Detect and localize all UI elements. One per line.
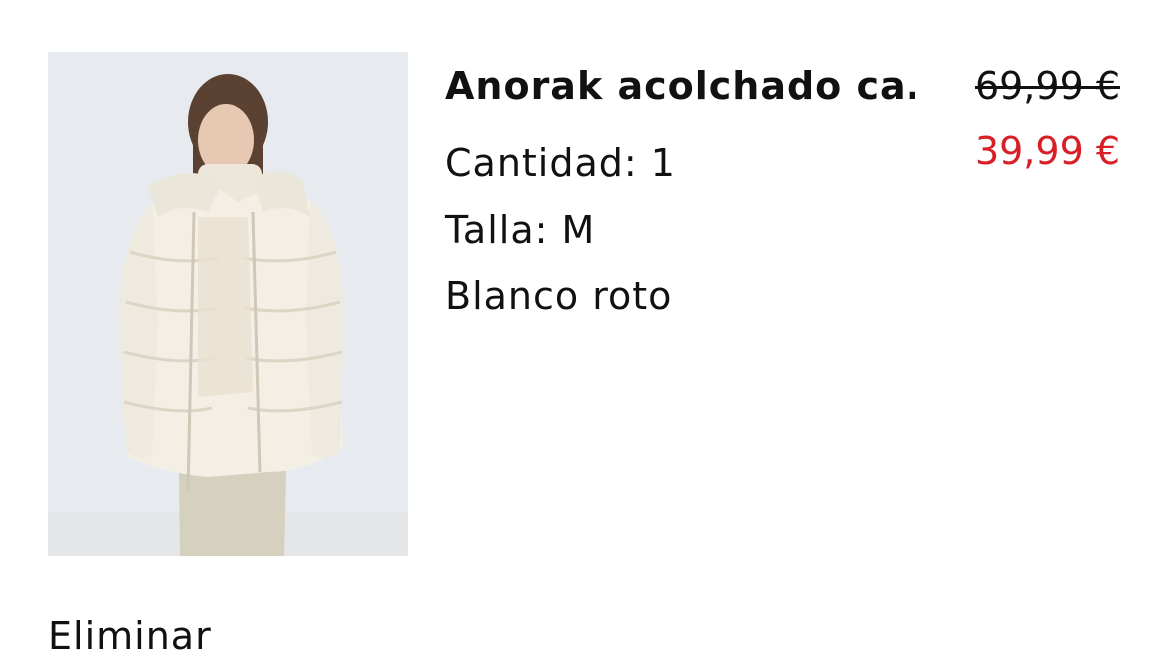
sale-price: 39,99 €: [974, 129, 1120, 173]
remove-button[interactable]: Eliminar: [48, 612, 212, 660]
original-price: 69,99 €: [974, 64, 1120, 108]
product-title[interactable]: Anorak acolchado ca…: [445, 62, 915, 110]
jacket-illustration: [48, 52, 408, 556]
cart-item: Anorak acolchado ca… Cantidad: 1 Talla: …: [0, 0, 1170, 658]
color-text: Blanco roto: [445, 274, 673, 318]
quantity-text: Cantidad: 1: [445, 141, 676, 185]
size-text: Talla: M: [445, 208, 596, 252]
product-image[interactable]: [48, 52, 408, 556]
